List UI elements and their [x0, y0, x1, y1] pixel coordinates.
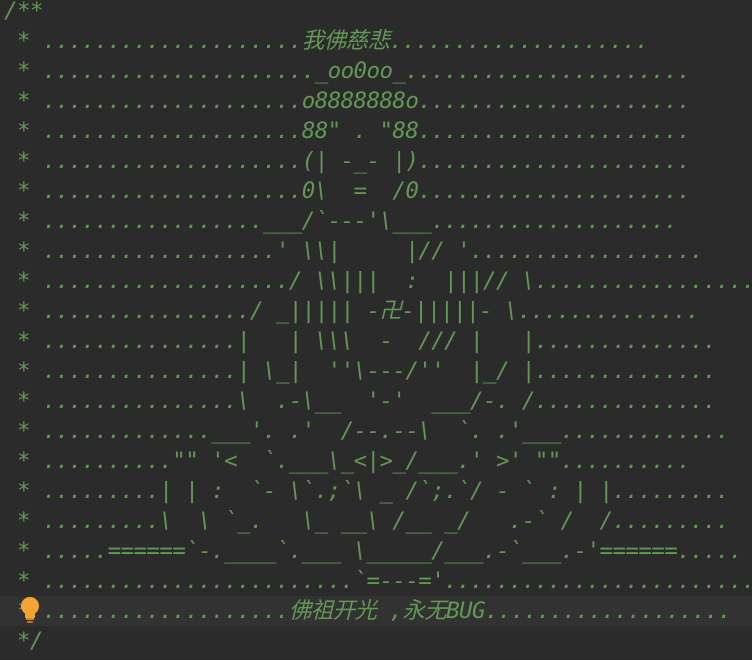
code-line[interactable]: * ..................' \\| |// '.........…: [4, 236, 704, 266]
code-line[interactable]: * ...............| | \\\ - /// | |......…: [4, 326, 717, 356]
code-line[interactable]: * ....................我佛慈悲..............…: [4, 26, 649, 56]
code-line[interactable]: * ................/ _||||| -卍-|||||- \..…: [4, 296, 700, 326]
code-line[interactable]: * ....................o8888888o.........…: [4, 86, 691, 116]
code-line[interactable]: * ....................._oo0oo_..........…: [4, 56, 691, 86]
lightbulb-icon[interactable]: [18, 596, 42, 626]
code-line[interactable]: * .............___'. .' /--.--\ `. .'___…: [4, 416, 730, 446]
code-line[interactable]: * .................___/`---'\___........…: [4, 206, 678, 236]
code-line[interactable]: /**: [4, 0, 43, 26]
code-line[interactable]: * ...................佛祖开光 ,永无BUG........…: [4, 596, 732, 626]
code-line[interactable]: * .....======`-.____`.___ \_____/___.-`_…: [4, 536, 743, 566]
code-line[interactable]: * ....................0\ = /0...........…: [4, 176, 691, 206]
code-line[interactable]: * ....................(| -_- |).........…: [4, 146, 691, 176]
code-line[interactable]: * ...............\ .-\__ '-' ___/-. /...…: [4, 386, 717, 416]
code-editor[interactable]: /** * ....................我佛慈悲..........…: [0, 0, 752, 660]
code-line[interactable]: */: [4, 626, 44, 656]
code-line[interactable]: * .........| | : `- \`.;`\ _ /`;.`/ - ` …: [4, 476, 730, 506]
code-line[interactable]: * ........................`=---='.......…: [4, 566, 752, 596]
code-line[interactable]: * .........."" '< `.___\_<|>_/___.' >' "…: [4, 446, 691, 476]
code-line[interactable]: * ....................88" . "88.........…: [4, 116, 691, 146]
code-line[interactable]: * .................../ \\||| : |||// \..…: [4, 266, 752, 296]
code-line[interactable]: * ...............| \_| ''\---/'' |_/ |..…: [4, 356, 717, 386]
code-line[interactable]: * .........\ \ `_. \_ __\ /__ _/ .-` / /…: [4, 506, 730, 536]
